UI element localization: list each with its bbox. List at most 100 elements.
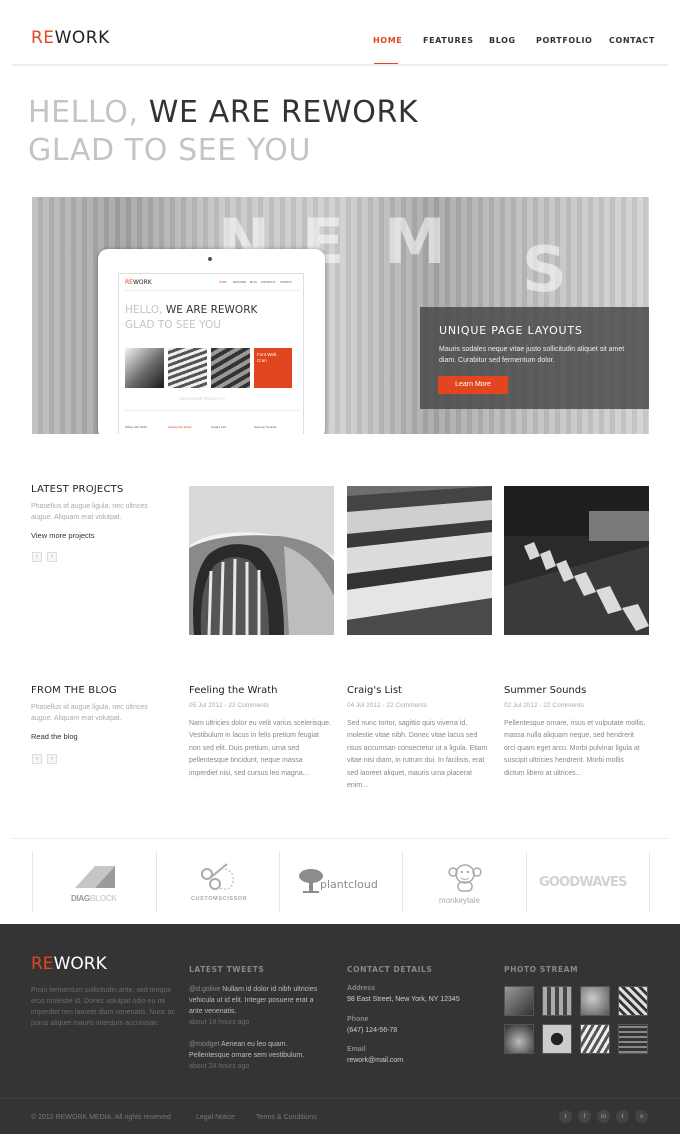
scissor-logo-icon xyxy=(201,863,234,890)
blog-section-description: Phasellus id augue ligula, nec ultrices … xyxy=(31,704,148,722)
mini-view-more: VIEW MORE PROJECTS xyxy=(179,396,225,401)
projects-next-arrow[interactable]: › xyxy=(47,552,57,562)
footer-logo-work: WORK xyxy=(53,954,107,974)
mini-nav-item: BLOG xyxy=(250,281,257,284)
photo-stream-thumb[interactable] xyxy=(580,1024,610,1054)
section-divider xyxy=(12,838,668,839)
mini-divider xyxy=(124,290,300,291)
stairs-image xyxy=(347,486,492,635)
mini-nav-item: PORTFOLIO xyxy=(261,281,276,284)
nav-features[interactable]: FEATURES xyxy=(423,36,474,45)
mini-footer-col: Feeling the Wrath xyxy=(168,425,192,429)
address-label: Address xyxy=(347,985,376,992)
vimeo-icon[interactable]: v xyxy=(635,1110,648,1123)
client-customscissor[interactable]: CUSTOMSCISSOR xyxy=(157,852,280,912)
email-link[interactable]: rework@mail.com xyxy=(347,1057,403,1064)
read-the-blog-link[interactable]: Read the blog xyxy=(31,732,78,741)
blog-post-title[interactable]: Summer Sounds xyxy=(504,685,586,696)
facebook-icon[interactable]: f xyxy=(578,1110,591,1123)
hero-subheading: GLAD TO SEE YOU xyxy=(28,133,312,168)
blog-post-excerpt: Pellentesque ornare, risus et vulputate … xyxy=(504,720,646,777)
linkedin-icon[interactable]: in xyxy=(597,1110,610,1123)
overlay-text: Mauris sodales neque vitae justo sollici… xyxy=(439,346,625,364)
nav-portfolio[interactable]: PORTFOLIO xyxy=(536,36,592,45)
footer-divider xyxy=(0,1098,680,1099)
banner-letter: M xyxy=(384,205,446,278)
mini-hero-light: HELLO, xyxy=(125,304,163,316)
tablet-camera xyxy=(208,257,212,261)
projects-prev-arrow[interactable]: ‹ xyxy=(32,552,42,562)
banner-letter: S xyxy=(522,233,567,306)
photo-stream-thumb[interactable] xyxy=(504,986,534,1016)
site-footer: REWORK Proin fermentum sollicitudin ante… xyxy=(0,924,680,1134)
blog-post-excerpt: Sed nunc tortor, sagittis quis viverra i… xyxy=(347,720,488,790)
photo-stream-thumb[interactable] xyxy=(618,986,648,1016)
mini-hero-dark: WE ARE REWORK xyxy=(165,304,258,316)
blog-post-title[interactable]: Craig's List xyxy=(347,685,402,696)
photo-stream-thumb[interactable] xyxy=(504,1024,534,1054)
mini-tile-label: Font Web Cran xyxy=(257,352,277,363)
blog-section-title: FROM THE BLOG xyxy=(31,685,117,696)
latest-tweets-heading: LATEST TWEETS xyxy=(189,965,265,974)
tweet-handle[interactable]: @modget xyxy=(189,1041,219,1048)
diagblock-word-b: BLOCK xyxy=(89,894,117,903)
view-more-projects-link[interactable]: View more projects xyxy=(31,531,95,540)
footer-logo[interactable]: REWORK xyxy=(31,954,107,974)
photo-stream-heading: PHOTO STREAM xyxy=(504,965,579,974)
tweet-time: about 24 hours ago xyxy=(189,1063,250,1070)
header-divider xyxy=(12,64,668,66)
mini-logo-work: WORK xyxy=(132,279,152,286)
hero-heading: HELLO, WE ARE REWORK xyxy=(28,95,418,130)
footer-logo-re: RE xyxy=(31,954,54,974)
mini-project-thumb xyxy=(168,348,207,388)
hero-light: HELLO, xyxy=(28,95,139,130)
address-value: 98 East Street, New York, NY 12345 xyxy=(347,996,460,1003)
blog-prev-arrow[interactable]: ‹ xyxy=(32,754,42,764)
photo-stream-thumb[interactable] xyxy=(542,1024,572,1054)
legal-notice-link[interactable]: Legal Notice xyxy=(196,1114,235,1121)
learn-more-button[interactable]: Learn More xyxy=(438,376,508,394)
client-logos: DIAGBLOCK CUSTOMSCISSOR plantcloud monke… xyxy=(32,852,650,912)
nav-blog[interactable]: BLOG xyxy=(489,36,516,45)
photo-stream-thumb[interactable] xyxy=(542,986,572,1016)
nav-contact[interactable]: CONTACT xyxy=(609,36,655,45)
mini-footer-col: Summer Sounds xyxy=(254,425,277,429)
mini-divider xyxy=(124,410,300,411)
footer-about-text: Proin fermentum sollicitudin ante, sed t… xyxy=(31,987,175,1027)
blog-post-excerpt: Nam ultricies dolor eu velit varius scel… xyxy=(189,720,331,777)
client-goodwaves[interactable]: GOODWAVES xyxy=(527,852,650,912)
blog-next-arrow[interactable]: › xyxy=(47,754,57,764)
mini-project-thumb xyxy=(125,348,164,388)
diagblock-wordmark: DIAGBLOCK xyxy=(71,894,117,903)
photo-stream-thumb[interactable] xyxy=(580,986,610,1016)
hero-banner: N E M S REWORK HOME FEATURES BLOG PORTFO… xyxy=(32,197,649,434)
overlay-title: UNIQUE PAGE LAYOUTS xyxy=(439,324,583,337)
customscissor-wordmark: CUSTOMSCISSOR xyxy=(191,896,248,902)
mini-nav-item: CONTACT xyxy=(280,281,292,284)
photo-stream-thumb[interactable] xyxy=(618,1024,648,1054)
email-label: Email xyxy=(347,1046,366,1053)
mini-footer-col: Craig's List xyxy=(211,425,226,429)
client-monkeytale[interactable]: monkeytale xyxy=(403,852,527,912)
mini-nav-item: FEATURES xyxy=(233,281,247,284)
blog-post-title[interactable]: Feeling the Wrath xyxy=(189,685,277,696)
project-thumbnail-stairs[interactable] xyxy=(347,486,492,635)
phone-value: (647) 124-56-78 xyxy=(347,1027,398,1034)
site-logo[interactable]: REWORK xyxy=(31,28,110,48)
nav-home[interactable]: HOME xyxy=(373,36,402,45)
mini-hero-line2: GLAD TO SEE YOU xyxy=(125,319,221,331)
project-thumbnail-seats[interactable] xyxy=(504,486,649,635)
logo-work: WORK xyxy=(54,28,110,48)
diagblock-logo-icon xyxy=(75,866,115,888)
seats-image xyxy=(504,486,649,635)
client-diagblock[interactable]: DIAGBLOCK xyxy=(33,852,157,912)
client-plantcloud[interactable]: plantcloud xyxy=(280,852,403,912)
goodwaves-wordmark: GOODWAVES xyxy=(539,875,627,890)
twitter-icon[interactable]: t xyxy=(559,1110,572,1123)
latest-projects-description: Phasellus id augue ligula, nec ultrices … xyxy=(31,503,148,521)
tumblr-icon[interactable]: t xyxy=(616,1110,629,1123)
mini-hero: HELLO, WE ARE REWORK xyxy=(125,304,257,316)
project-thumbnail-car[interactable] xyxy=(189,486,334,635)
tweet-handle[interactable]: @d.golive xyxy=(189,986,220,993)
terms-link[interactable]: Terms & Conditions xyxy=(256,1114,317,1121)
